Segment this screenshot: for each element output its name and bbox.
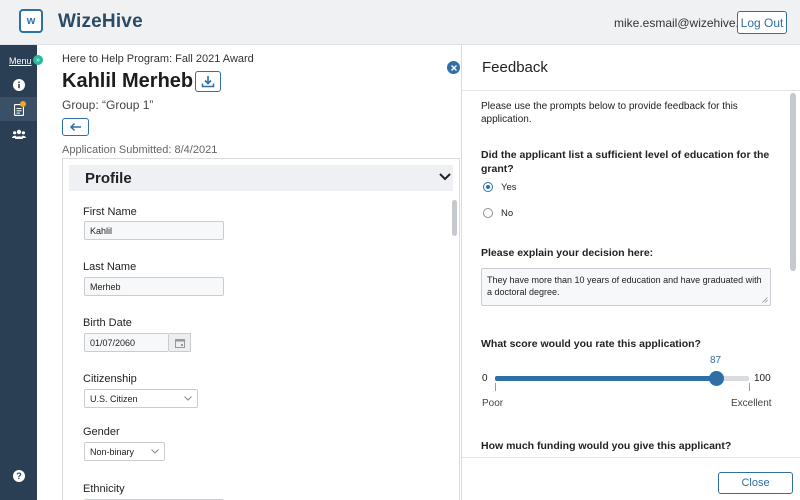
explanation-textarea[interactable]: They have more than 10 years of educatio…	[481, 268, 771, 306]
gender-value: Non-binary	[90, 447, 135, 457]
last-name-field[interactable]: Merheb	[84, 277, 224, 296]
feedback-body: Please use the prompts below to provide …	[462, 92, 800, 457]
notification-badge	[20, 101, 26, 107]
education-question: Did the applicant list a sufficient leve…	[481, 149, 770, 175]
wizehive-logo[interactable]: w	[19, 9, 43, 33]
score-question: What score would you rate this applicati…	[481, 338, 701, 350]
first-name-field[interactable]: Kahlil	[84, 221, 224, 240]
brand-name: WizeHive	[58, 11, 143, 32]
feedback-header: Feedback	[462, 45, 800, 91]
citizenship-label: Citizenship	[83, 373, 137, 385]
radio-yes-label[interactable]: Yes	[501, 182, 517, 193]
close-button[interactable]: Close	[718, 472, 793, 494]
score-slider[interactable]	[495, 371, 749, 386]
applicant-name: Kahlil Merheb	[62, 70, 194, 92]
feedback-footer: Close	[462, 457, 800, 500]
slider-max-label: 100	[754, 373, 771, 384]
logout-button[interactable]: Log Out	[737, 11, 787, 34]
group-label: Group: “Group 1”	[62, 98, 154, 112]
gender-select[interactable]: Non-binary	[84, 442, 165, 461]
gender-label: Gender	[83, 426, 120, 438]
radio-no-label[interactable]: No	[501, 208, 513, 219]
explanation-text: They have more than 10 years of educatio…	[487, 275, 762, 297]
slider-min-label: 0	[482, 373, 488, 384]
menu-expand-icon[interactable]: »	[33, 55, 43, 65]
chevron-down-icon	[151, 449, 159, 454]
menu-link[interactable]: Menu	[9, 56, 32, 66]
last-name-label: Last Name	[83, 261, 137, 273]
ethnicity-label: Ethnicity	[83, 483, 125, 495]
profile-form-card: Profile First Name Kahlil Last Name Merh…	[62, 158, 460, 500]
first-name-label: First Name	[83, 206, 137, 218]
chevron-down-icon[interactable]	[439, 173, 451, 181]
top-bar: w WizeHive mike.esmail@wizehive.org Log …	[0, 0, 800, 45]
svg-text:?: ?	[16, 471, 22, 481]
help-icon[interactable]: ?	[12, 469, 25, 482]
feedback-scrollbar[interactable]	[790, 93, 796, 271]
slider-handle[interactable]	[708, 371, 724, 386]
feedback-intro: Please use the prompts below to provide …	[481, 101, 738, 125]
citizenship-select[interactable]: U.S. Citizen	[84, 389, 198, 408]
chevron-down-icon	[184, 396, 192, 401]
info-icon[interactable]	[12, 78, 25, 91]
explain-question: Please explain your decision here:	[481, 247, 654, 259]
form-scrollbar[interactable]	[452, 200, 457, 236]
user-email: mike.esmail@wizehive.org	[614, 16, 757, 30]
program-name: Here to Help Program: Fall 2021 Award	[62, 53, 254, 65]
download-icon	[201, 76, 215, 88]
feedback-title: Feedback	[482, 59, 548, 76]
feedback-panel: Feedback Please use the prompts below to…	[461, 45, 800, 500]
arrow-left-icon	[69, 122, 81, 132]
slider-fill	[495, 376, 716, 381]
slider-poor-label: Poor	[482, 398, 504, 409]
funding-question: How much funding would you give this app…	[481, 440, 732, 452]
close-panel-icon[interactable]	[447, 61, 460, 74]
slider-tick-max	[749, 383, 750, 391]
birth-date-field[interactable]: 01/07/2060	[84, 333, 169, 352]
radio-yes[interactable]	[483, 182, 493, 192]
users-icon[interactable]	[11, 127, 26, 140]
resize-grip-icon[interactable]	[762, 297, 768, 303]
sidebar: Menu » ?	[0, 45, 43, 500]
slider-excellent-label: Excellent	[731, 398, 772, 409]
calendar-button[interactable]	[169, 333, 191, 352]
back-button[interactable]	[62, 118, 89, 136]
birth-date-label: Birth Date	[83, 317, 132, 329]
profile-section-header[interactable]: Profile	[69, 165, 453, 191]
submission-date: Application Submitted: 8/4/2021	[62, 144, 218, 156]
profile-title: Profile	[85, 170, 132, 187]
slider-tick-min	[495, 383, 496, 391]
radio-no[interactable]	[483, 208, 493, 218]
citizenship-value: U.S. Citizen	[90, 394, 138, 404]
calendar-icon	[174, 338, 185, 348]
download-button[interactable]	[195, 71, 221, 92]
slider-value: 87	[709, 355, 722, 366]
